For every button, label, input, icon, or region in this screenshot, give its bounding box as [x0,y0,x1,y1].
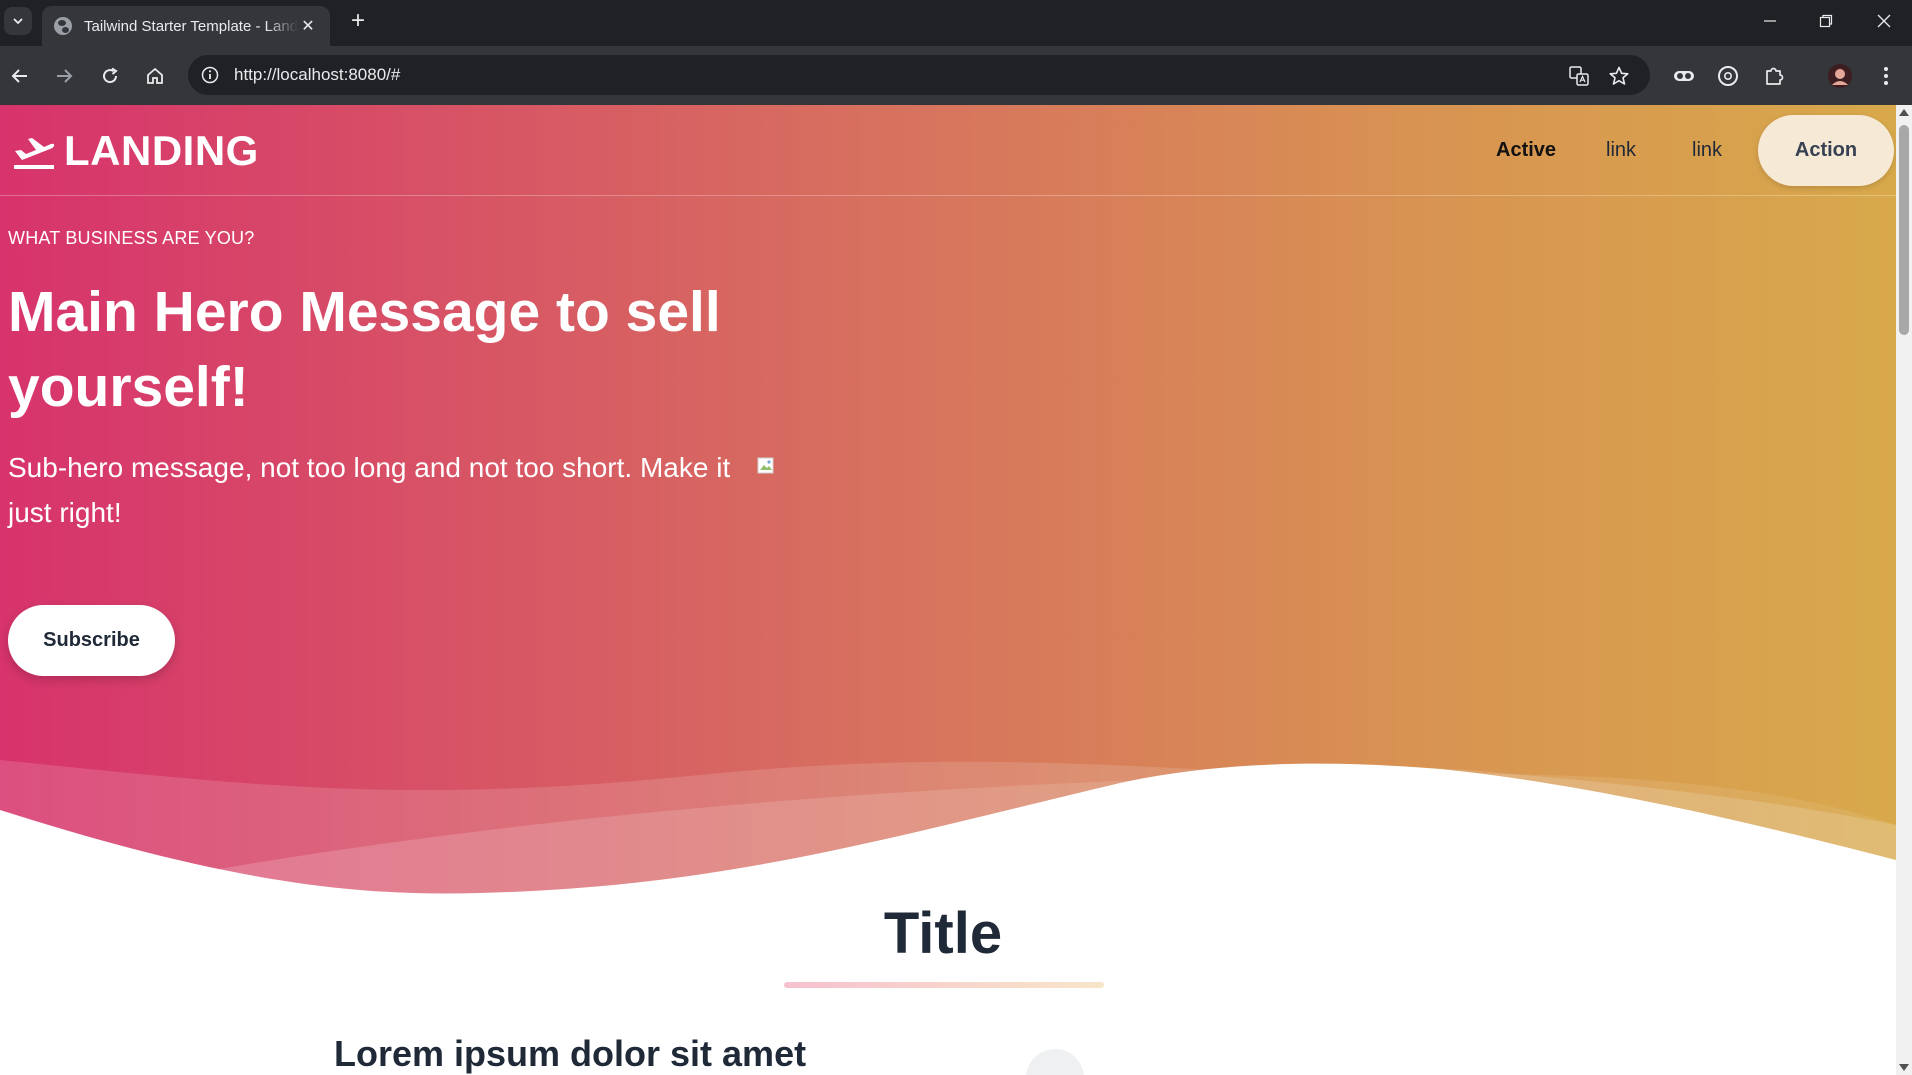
hero-wave-divider [0,760,1896,925]
scroll-up-icon[interactable] [1899,109,1909,116]
home-icon[interactable] [139,60,171,92]
extension-circle-icon[interactable] [1712,60,1744,92]
browser-tab[interactable]: Tailwind Starter Template - Landing ✕ [42,6,330,46]
site-info-icon[interactable] [198,63,222,87]
back-icon[interactable] [4,60,36,92]
avatar[interactable] [1824,60,1856,92]
page-scrollbar[interactable] [1896,105,1912,1075]
nav-link-3[interactable]: link [1692,139,1722,162]
hero-title: Main Hero Message to sell yourself! [8,280,721,419]
top-nav: LANDING Active link link Action [0,105,1896,196]
translate-icon[interactable] [1566,63,1592,89]
scroll-down-icon[interactable] [1899,1064,1909,1071]
forward-icon[interactable] [48,60,80,92]
restore-icon[interactable] [1798,0,1854,42]
logo[interactable]: LANDING [12,127,259,175]
section-heading: Lorem ipsum dolor sit amet [334,1033,807,1074]
illustration-placeholder [1026,1049,1084,1075]
title-underline [784,982,1104,988]
nav-link-active[interactable]: Active [1496,139,1556,162]
url-text[interactable]: http://localhost:8080/# [234,65,400,85]
browser-tab-bar: Tailwind Starter Template - Landing ✕ + [0,0,1912,46]
puzzle-icon[interactable] [1758,60,1790,92]
section-title: Title [883,901,1003,966]
plane-departure-icon [14,138,55,169]
hero-eyebrow: WHAT BUSINESS ARE YOU? [8,228,255,248]
hero-subtitle: Sub-hero message, not too long and not t… [8,452,731,528]
nav-link-2[interactable]: link [1606,139,1636,162]
close-window-icon[interactable] [1856,0,1912,42]
logo-text: LANDING [64,127,259,174]
minimize-icon[interactable] [1742,0,1798,42]
new-tab-button[interactable]: + [344,8,372,36]
address-bar[interactable]: http://localhost:8080/# [188,55,1650,95]
broken-image-icon [757,457,775,475]
star-icon[interactable] [1606,63,1632,89]
reload-icon[interactable] [94,60,126,92]
action-button[interactable]: Action [1758,115,1894,186]
page-viewport: LANDING Active link link Action WHAT BUS… [0,105,1896,1075]
tab-close-icon[interactable]: ✕ [298,16,318,36]
scrollbar-thumb[interactable] [1899,125,1909,335]
browser-toolbar: http://localhost:8080/# [0,46,1912,105]
tab-title: Tailwind Starter Template - Landing [84,17,298,35]
kebab-menu-icon[interactable] [1870,60,1902,92]
tab-search-icon[interactable] [4,7,32,35]
globe-icon [54,17,72,35]
extension-toggle-icon[interactable] [1668,60,1700,92]
